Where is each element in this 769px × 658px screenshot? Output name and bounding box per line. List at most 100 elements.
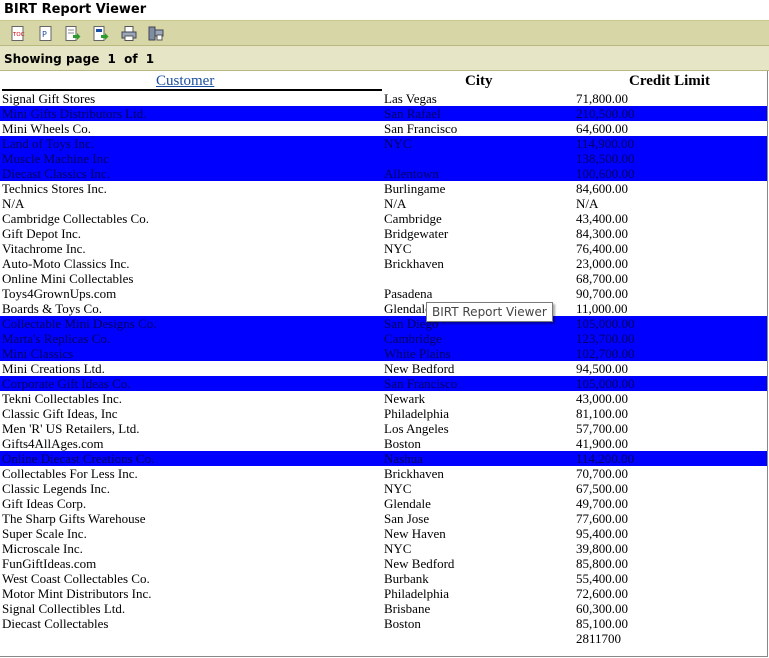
credit-limit-cell: 39,800.00 <box>576 541 628 556</box>
export-report-button[interactable] <box>93 25 109 41</box>
city-cell: NYC <box>384 241 412 256</box>
credit-limit-cell: 102,700.00 <box>576 346 635 361</box>
customer-column-header[interactable]: Customer <box>156 73 214 90</box>
credit-limit-cell: 72,600.00 <box>576 586 628 601</box>
server-printer-icon <box>148 26 164 40</box>
table-row: Classic Legends Inc. NYC 67,500.00 <box>0 481 767 496</box>
credit-limit-cell: 55,400.00 <box>576 571 628 586</box>
credit-limit-cell: 95,400.00 <box>576 526 628 541</box>
toolbar: TOC P <box>0 21 769 46</box>
credit-limit-cell: 105,000.00 <box>576 376 635 391</box>
city-cell: New Bedford <box>384 361 455 376</box>
customer-cell: Boards & Toys Co. <box>2 301 102 316</box>
table-row: Collectables For Less Inc. Brickhaven 70,7… <box>0 466 767 481</box>
window-title: BIRT Report Viewer <box>4 2 147 17</box>
customer-cell: Classic Legends Inc. <box>2 481 110 496</box>
parameters-icon: P <box>39 25 52 41</box>
city-cell: Cambridge <box>384 331 442 346</box>
table-row: The Sharp Gifts Warehouse San Jose 77,600.… <box>0 511 767 526</box>
credit-limit-cell: N/A <box>576 196 599 211</box>
toc-button[interactable]: TOC <box>10 25 26 41</box>
city-cell: Philadelphia <box>384 406 449 421</box>
credit-limit-cell: 84,300.00 <box>576 226 628 241</box>
export-data-button[interactable] <box>65 25 81 41</box>
city-cell: NYC <box>384 541 412 556</box>
customer-cell: N/A <box>2 196 25 211</box>
city-cell: San Rafael <box>384 106 441 121</box>
customer-cell: Mini Wheels Co. <box>2 121 91 136</box>
city-cell: White Plains <box>384 346 451 361</box>
credit-limit-cell: 85,100.00 <box>576 616 628 631</box>
table-row: Online Diecast Creations Co. Nashua 114,20… <box>0 451 767 466</box>
table-row: Vitachrome Inc. NYC 76,400.00 <box>0 241 767 256</box>
current-page-number: 1 <box>107 52 116 66</box>
parameters-button[interactable]: P <box>38 25 54 41</box>
credit-limit-cell: 41,900.00 <box>576 436 628 451</box>
city-cell: Burbank <box>384 571 429 586</box>
customer-cell: Microscale Inc. <box>2 541 83 556</box>
customer-cell: Gift Ideas Corp. <box>2 496 87 511</box>
city-cell: Brickhaven <box>384 256 444 271</box>
toc-icon: TOC <box>11 25 25 41</box>
customer-cell: Collectable Mini Designs Co. <box>2 316 157 331</box>
customer-cell: Gifts4AllAges.com <box>2 436 104 451</box>
customer-cell: Signal Collectibles Ltd. <box>2 601 126 616</box>
credit-limit-cell: 84,600.00 <box>576 181 628 196</box>
print-button[interactable] <box>121 25 137 41</box>
print-server-button[interactable] <box>148 25 164 41</box>
export-report-icon <box>93 25 109 41</box>
table-row: Gift Ideas Corp. Glendale 49,700.00 <box>0 496 767 511</box>
table-row: West Coast Collectables Co. Burbank 55,400… <box>0 571 767 586</box>
city-cell: Brisbane <box>384 601 431 616</box>
customer-cell: Mini Creations Ltd. <box>2 361 105 376</box>
city-cell: Allentown <box>384 166 439 181</box>
city-cell: Glendale <box>384 301 431 316</box>
table-row: Classic Gift Ideas, Inc Philadelphia 81,10… <box>0 406 767 421</box>
credit-limit-column-header: Credit Limit <box>629 73 710 89</box>
credit-limit-cell: 43,000.00 <box>576 391 628 406</box>
city-cell: San Jose <box>384 511 430 526</box>
svg-text:TOC: TOC <box>12 32 25 38</box>
credit-limit-cell: 67,500.00 <box>576 481 628 496</box>
customer-cell: Gift Depot Inc. <box>2 226 82 241</box>
table-row: Super Scale Inc. New Haven 95,400.00 <box>0 526 767 541</box>
customer-cell: Motor Mint Distributors Inc. <box>2 586 152 601</box>
city-cell: New Haven <box>384 526 446 541</box>
table-row: Motor Mint Distributors Inc. Philadelphia… <box>0 586 767 601</box>
of-label: of <box>124 52 138 66</box>
table-row: Signal Gift Stores Las Vegas 71,800.00 <box>0 91 767 106</box>
table-row: Signal Collectibles Ltd. Brisbane 60,300.0… <box>0 601 767 616</box>
title-bar: BIRT Report Viewer <box>0 0 769 21</box>
customer-cell: The Sharp Gifts Warehouse <box>2 511 146 526</box>
city-cell: NYC <box>384 481 412 496</box>
city-cell: Bridgewater <box>384 226 449 241</box>
credit-limit-cell: 123,700.00 <box>576 331 635 346</box>
customer-cell: Signal Gift Stores <box>2 91 96 106</box>
customer-cell: Vitachrome Inc. <box>2 241 86 256</box>
credit-limit-cell: 94,500.00 <box>576 361 628 376</box>
table-row: Marta's Replicas Co. Cambridge 123,700.00 <box>0 331 767 346</box>
table-row: Microscale Inc. NYC 39,800.00 <box>0 541 767 556</box>
table-row: Collectable Mini Designs Co. San Diego 105… <box>0 316 767 331</box>
city-cell: Brickhaven <box>384 466 444 481</box>
tooltip: BIRT Report Viewer <box>426 302 553 322</box>
credit-limit-cell: 23,000.00 <box>576 256 628 271</box>
total-page-number: 1 <box>145 52 155 66</box>
table-row: Technics Stores Inc. Burlingame 84,600.00 <box>0 181 767 196</box>
city-cell: San Francisco <box>384 121 458 136</box>
customer-cell: Online Diecast Creations Co. <box>2 451 155 466</box>
credit-limit-cell: 77,600.00 <box>576 511 628 526</box>
city-cell: Glendale <box>384 496 431 511</box>
table-row: Boards & Toys Co. Glendale 11,000.00 <box>0 301 767 316</box>
credit-limit-cell: 70,700.00 <box>576 466 628 481</box>
customer-cell: Mini Gifts Distributors Ltd. <box>2 106 147 121</box>
table-row: Mini Classics White Plains 102,700.00 <box>0 346 767 361</box>
city-cell: Los Angeles <box>384 421 449 436</box>
printer-icon <box>121 25 137 41</box>
export-data-icon <box>65 25 81 41</box>
table-row: Auto-Moto Classics Inc. Brickhaven 23,000.… <box>0 256 767 271</box>
customer-cell: Land of Toys Inc. <box>2 136 94 151</box>
table-row: Toys4GrownUps.com Pasadena 90,700.00 <box>0 286 767 301</box>
customer-cell: Auto-Moto Classics Inc. <box>2 256 130 271</box>
table-row: Mini Creations Ltd. New Bedford 94,500.00 <box>0 361 767 376</box>
